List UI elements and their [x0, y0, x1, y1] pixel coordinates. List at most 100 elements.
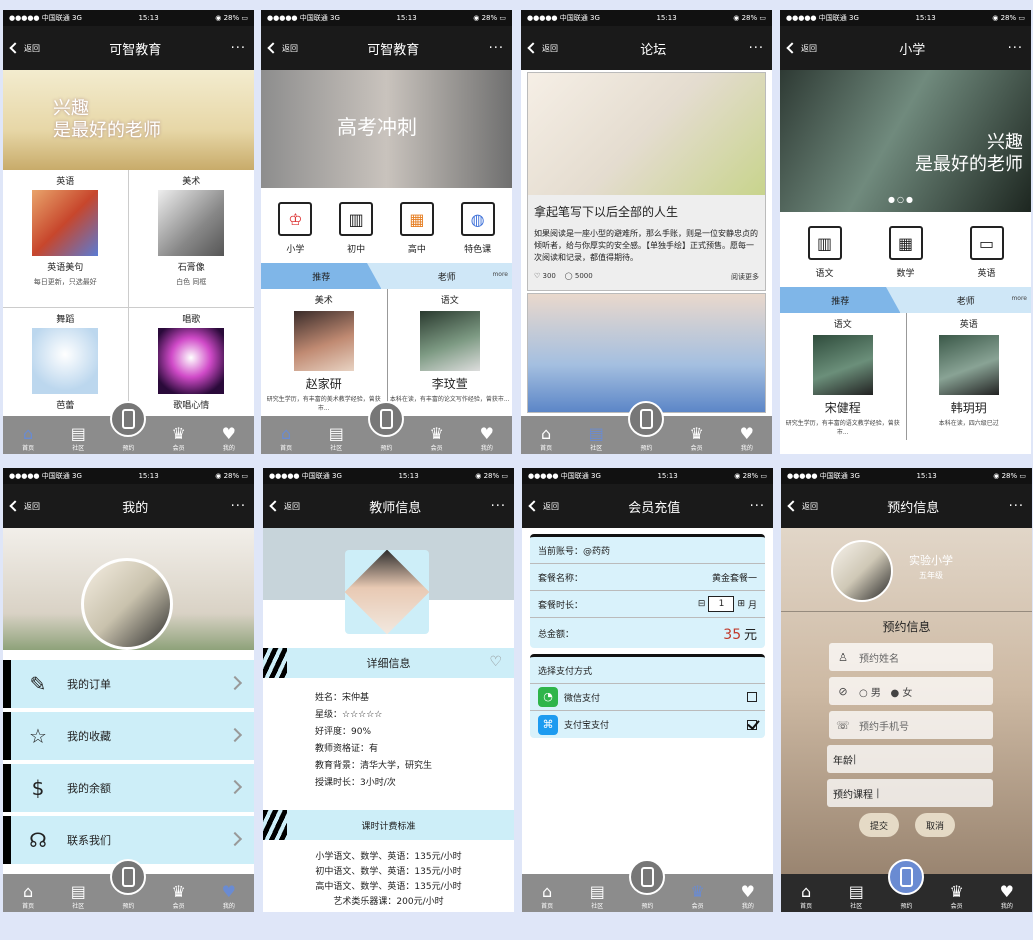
level-primary[interactable]: ♔ 小学 — [278, 202, 313, 255]
avatar[interactable] — [831, 540, 893, 602]
tab-home[interactable]: ⌂ 首页 — [8, 883, 48, 911]
carousel-dots[interactable]: ●○● — [888, 195, 915, 204]
subject-english[interactable]: ▭ 英语 — [969, 226, 1004, 279]
back-button[interactable]: 返回 — [787, 500, 818, 512]
heart-icon[interactable]: ♡ — [534, 272, 540, 280]
tab-member[interactable]: ♛ 会员 — [159, 883, 199, 911]
age-input[interactable]: 年龄 | — [827, 745, 993, 773]
cancel-button[interactable]: 取消 — [915, 813, 955, 837]
teacher-card[interactable]: 英语 韩玥玥 本科在读，四六级已过 — [905, 313, 1032, 440]
tab-mine[interactable]: ♥ 我的 — [209, 883, 249, 911]
tab-mine[interactable]: ♥ 我的 — [727, 425, 767, 453]
back-button[interactable]: 返回 — [267, 42, 298, 54]
duration-input[interactable]: 1 — [708, 596, 735, 612]
back-button[interactable]: 返回 — [528, 500, 559, 512]
tab-bar: ⌂ 首页 ▤ 社区 预约 ♛ 会员 ♥ 我的 — [3, 859, 254, 912]
plus-button[interactable]: ⊞ — [737, 599, 745, 609]
tab-home[interactable]: ⌂ 首页 — [527, 883, 567, 911]
tab-recommend[interactable]: 推荐 — [261, 263, 382, 289]
pay-wechat[interactable]: ◔ 微信支付 — [530, 684, 765, 711]
more-button[interactable]: ··· — [750, 499, 765, 514]
tab-recommend[interactable]: 推荐 — [780, 287, 901, 313]
tab-member[interactable]: ♛ 会员 — [677, 425, 717, 453]
more-link[interactable]: more — [492, 271, 508, 278]
more-button[interactable]: ··· — [489, 41, 504, 56]
minus-button[interactable]: ⊟ — [698, 599, 706, 609]
teacher-card[interactable]: 语文 宋健程 研究生学历，有丰富的语文教学经验，曾获市... — [780, 313, 906, 440]
back-button[interactable]: 返回 — [527, 42, 558, 54]
back-button[interactable]: 返回 — [786, 42, 817, 54]
radio-male[interactable]: ○ 男 — [859, 684, 881, 699]
back-button[interactable]: 返回 — [9, 500, 40, 512]
back-button[interactable]: 返回 — [269, 500, 300, 512]
tab-community[interactable]: ▤ 社区 — [577, 883, 617, 911]
heart-outline-icon[interactable]: ♡ — [489, 654, 502, 670]
banner[interactable]: 高考冲刺 — [261, 70, 512, 188]
subject-chinese[interactable]: ▥ 语文 — [807, 226, 842, 279]
menu-contact[interactable]: ☊ 联系我们 — [3, 816, 254, 864]
category-art[interactable]: 美术 石膏像 白色 同框 — [128, 170, 254, 308]
category-english[interactable]: 英语 英语美句 每日更新，只选最好 — [3, 170, 129, 308]
read-more-link[interactable]: 阅读更多 — [731, 272, 759, 282]
more-link[interactable]: more — [1011, 295, 1027, 302]
heart-icon: ♥ — [740, 882, 756, 901]
more-button[interactable]: ··· — [1008, 41, 1023, 56]
tab-booking[interactable]: 预约 — [626, 401, 666, 452]
tab-home[interactable]: ⌂ 首页 — [8, 424, 48, 453]
home-icon: ⌂ — [23, 424, 34, 443]
tab-community[interactable]: ▤ 社区 — [576, 425, 616, 453]
tab-member[interactable]: ♛ 会员 — [159, 425, 199, 453]
tab-booking[interactable]: 预约 — [366, 401, 406, 452]
tab-member[interactable]: ♛ 会员 — [678, 883, 718, 911]
more-button[interactable]: ··· — [749, 41, 764, 56]
forum-post[interactable]: 拿起笔写下以后全部的人生 如果阅读是一座小型的避难所，那么手账，则是一位安静忠贞… — [527, 72, 766, 291]
tab-booking[interactable]: 预约 — [886, 859, 926, 910]
avatar[interactable] — [81, 558, 173, 650]
level-high[interactable]: ▦ 高中 — [399, 202, 434, 255]
nav-bar: 返回 预约信息 ··· — [781, 484, 1032, 528]
more-button[interactable]: ··· — [1009, 499, 1024, 514]
forum-post[interactable] — [527, 293, 766, 413]
teacher-card[interactable]: 语文 李玟萱 本科在读，有丰富的论文写作经验，曾获市... — [386, 289, 513, 416]
tab-community[interactable]: ▤ 社区 — [836, 883, 876, 911]
menu-orders[interactable]: ✎ 我的订单 — [3, 660, 254, 708]
tab-member[interactable]: ♛ 会员 — [937, 883, 977, 911]
tab-community[interactable]: ▤ 社区 — [58, 425, 98, 453]
plan-row[interactable]: 套餐名称： 黄金套餐一 — [530, 564, 765, 591]
phone-teacher-info: ●●●●● 中国联通 3G 15:13 ◉ 28% ▭ 返回 教师信息 ··· 详细… — [263, 468, 514, 912]
pay-alipay[interactable]: ⌘ 支付宝支付 — [530, 711, 765, 738]
level-special[interactable]: ◍ 特色课 — [460, 202, 495, 255]
tab-mine[interactable]: ♥ 我的 — [209, 425, 249, 453]
more-button[interactable]: ··· — [231, 499, 246, 514]
wechat-checkbox[interactable] — [747, 692, 757, 702]
menu-favorites[interactable]: ☆ 我的收藏 — [3, 712, 254, 760]
alipay-checkbox[interactable] — [747, 719, 757, 730]
tab-mine[interactable]: ♥ 我的 — [467, 425, 507, 453]
tab-home[interactable]: ⌂ 首页 — [786, 883, 826, 911]
more-button[interactable]: ··· — [231, 41, 246, 56]
level-middle[interactable]: ▥ 初中 — [339, 202, 374, 255]
back-button[interactable]: 返回 — [9, 42, 40, 54]
comment-icon[interactable]: ◯ — [565, 272, 573, 280]
tab-community[interactable]: ▤ 社区 — [58, 883, 98, 911]
tab-community[interactable]: ▤ 社区 — [316, 425, 356, 453]
course-input[interactable]: 预约课程 | — [827, 779, 993, 807]
submit-button[interactable]: 提交 — [859, 813, 899, 837]
tab-home[interactable]: ⌂ 首页 — [266, 425, 306, 453]
banner[interactable]: 兴趣 是最好的老师 ●○● — [780, 70, 1031, 212]
tab-booking[interactable]: 预约 — [627, 859, 667, 910]
tab-mine[interactable]: ♥ 我的 — [987, 883, 1027, 911]
more-button[interactable]: ··· — [491, 499, 506, 514]
tab-home[interactable]: ⌂ 首页 — [526, 425, 566, 453]
banner[interactable]: 兴趣 是最好的老师 — [3, 70, 254, 170]
radio-female[interactable]: ● 女 — [890, 684, 912, 699]
teacher-card[interactable]: 美术 赵家研 研究生学历，有丰富的美术教学经验，曾获市... — [261, 289, 387, 416]
tab-booking[interactable]: 预约 — [108, 859, 148, 910]
tab-mine[interactable]: ♥ 我的 — [728, 882, 768, 911]
name-input[interactable]: ♙ 预约姓名 — [829, 643, 993, 671]
menu-balance[interactable]: $ 我的余额 — [3, 764, 254, 812]
tab-booking[interactable]: 预约 — [108, 401, 148, 452]
phone-input[interactable]: ☏ 预约手机号 — [829, 711, 993, 739]
tab-member[interactable]: ♛ 会员 — [417, 425, 457, 453]
subject-math[interactable]: ▦ 数学 — [888, 226, 923, 279]
